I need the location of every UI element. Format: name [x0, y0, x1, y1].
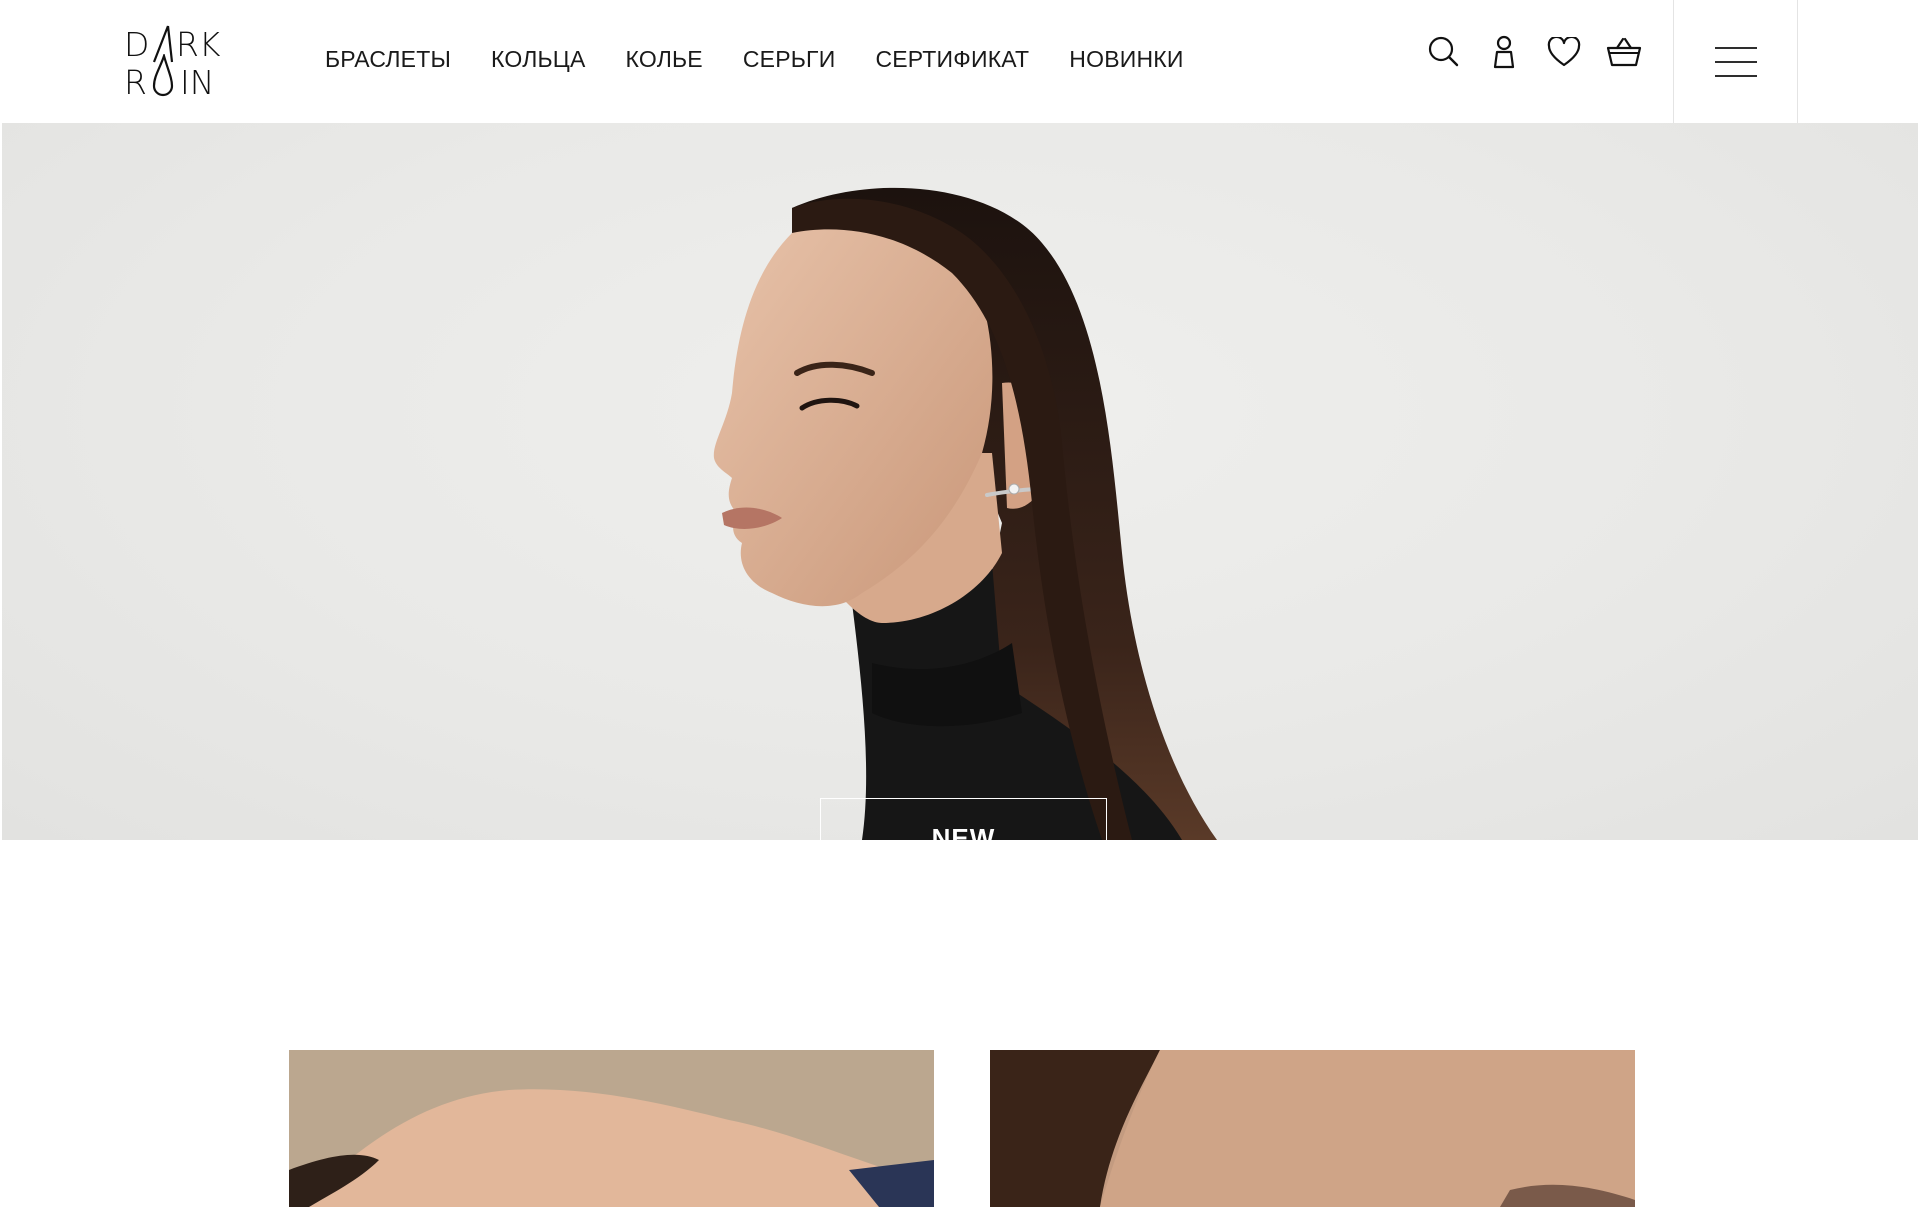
nav-item-earrings[interactable]: СЕРЬГИ: [743, 46, 836, 73]
logo-letters-rk: RK: [176, 25, 221, 64]
hamburger-menu-button[interactable]: [1673, 0, 1798, 123]
nav-item-necklaces[interactable]: КОЛЬЕ: [626, 46, 703, 73]
hero-banner[interactable]: NEW: [2, 123, 1918, 840]
nav-item-new[interactable]: НОВИНКИ: [1069, 46, 1183, 73]
main-nav: БРАСЛЕТЫ КОЛЬЦА КОЛЬЕ СЕРЬГИ СЕРТИФИКАТ …: [325, 46, 1184, 73]
collection-tile-left[interactable]: [289, 1050, 934, 1207]
hamburger-menu-icon: [1714, 46, 1757, 77]
search-icon[interactable]: [1426, 34, 1462, 70]
basket-icon[interactable]: [1606, 34, 1642, 70]
header-actions: [1426, 34, 1642, 70]
tile-right-image: [990, 1050, 1635, 1207]
logo-letter-d: D: [124, 25, 150, 64]
heart-icon[interactable]: [1546, 34, 1582, 70]
hero-model-image: [713, 187, 1217, 840]
brand-logo[interactable]: D RK R IN: [122, 24, 228, 100]
nav-item-bracelets[interactable]: БРАСЛЕТЫ: [325, 46, 451, 73]
tile-left-image: [289, 1089, 934, 1207]
new-collection-button[interactable]: NEW: [820, 798, 1107, 840]
user-icon[interactable]: [1486, 34, 1522, 70]
collection-tile-right[interactable]: [990, 1050, 1635, 1207]
nav-item-rings[interactable]: КОЛЬЦА: [491, 46, 586, 73]
logo-raindrop-icon: [152, 54, 174, 97]
site-header: D RK R IN БРАСЛЕТЫ КОЛЬЦА КОЛЬЕ СЕРЬГИ С…: [0, 0, 1918, 123]
logo-letters-in: IN: [180, 63, 215, 102]
logo-letter-r: R: [124, 63, 147, 102]
nav-item-certificate[interactable]: СЕРТИФИКАТ: [875, 46, 1029, 73]
